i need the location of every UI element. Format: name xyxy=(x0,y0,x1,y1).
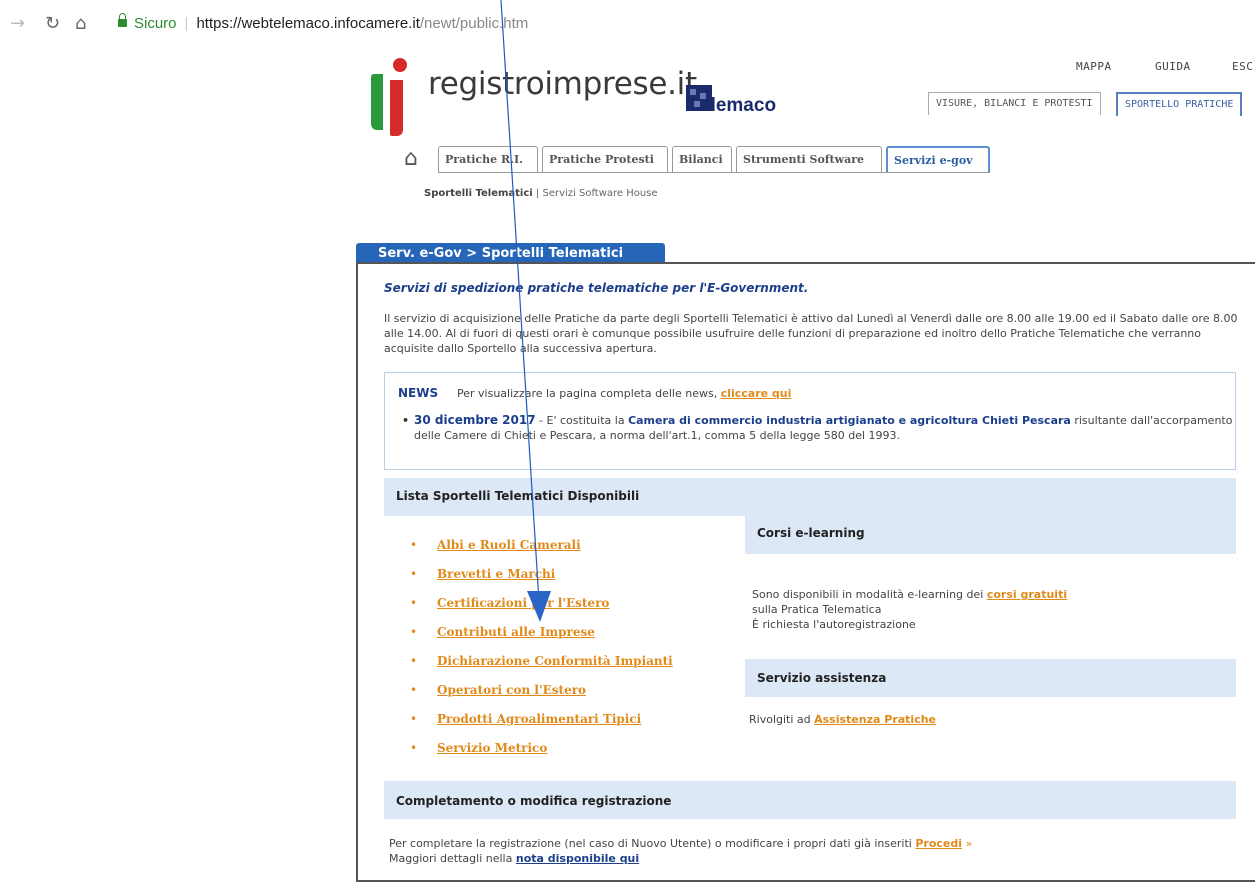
tab-servizi-egov[interactable]: Servizi e-gov xyxy=(886,146,990,172)
elearning-line3: È richiesta l'autoregistrazione xyxy=(752,618,916,631)
bullet-icon: • xyxy=(410,654,418,668)
link-corsi-gratuiti[interactable]: corsi gratuiti xyxy=(987,588,1067,601)
registrazione-heading: Completamento o modifica registrazione xyxy=(384,781,1236,819)
bullet-icon: • xyxy=(410,741,418,755)
home-icon[interactable]: ⌂ xyxy=(75,14,86,34)
link-guida[interactable]: GUIDA xyxy=(1155,60,1191,73)
bullet-icon: • xyxy=(410,712,418,726)
registrazione-line1: Per completare la registrazione (nel cas… xyxy=(389,837,912,850)
link-albi-ruoli-camerali[interactable]: Albi e Ruoli Camerali xyxy=(437,532,581,558)
link-prodotti-agroalimentari[interactable]: Prodotti Agroalimentari Tipici xyxy=(437,706,641,732)
back-arrow-icon[interactable]: → xyxy=(10,14,25,34)
registroimprese-logo-icon[interactable] xyxy=(368,58,418,136)
intro-text: Il servizio di acquisizione delle Pratic… xyxy=(384,312,1238,355)
bullet-icon: • xyxy=(410,683,418,697)
link-assistenza-pratiche[interactable]: Assistenza Pratiche xyxy=(814,713,936,726)
subnav: Sportelli Telematici | Servizi Software … xyxy=(424,188,658,199)
subnav-separator: | xyxy=(535,188,540,199)
registrazione-text: Per completare la registrazione (nel cas… xyxy=(389,836,972,866)
news-item-dash: - E' costituita la xyxy=(535,414,629,427)
tab-bilanci[interactable]: Bilanci xyxy=(672,146,732,172)
news-intro-text: Per visualizzare la pagina completa dell… xyxy=(457,387,718,400)
link-nota-disponibile[interactable]: nota disponibile qui xyxy=(516,852,639,865)
assistenza-heading: Servizio assistenza xyxy=(745,659,1236,697)
url-host: https://webtelemaco.infocamere.it xyxy=(196,15,420,32)
link-contributi-imprese[interactable]: Contributi alle Imprese xyxy=(437,619,595,645)
news-link-cliccare-qui[interactable]: cliccare qui xyxy=(721,387,792,400)
address-bar[interactable]: Sicuro | https://webtelemaco.infocamere.it… xyxy=(118,12,528,36)
link-servizio-metrico[interactable]: Servizio Metrico xyxy=(437,735,547,761)
sportelli-heading: Lista Sportelli Telematici Disponibili xyxy=(384,478,1236,516)
home-icon[interactable]: ⌂ xyxy=(404,148,418,170)
news-label: NEWS xyxy=(398,386,439,400)
tab-pratiche-protesti[interactable]: Pratiche Protesti xyxy=(542,146,668,172)
elearning-line2: sulla Pratica Telematica xyxy=(752,603,882,616)
bullet-icon: • xyxy=(410,625,418,639)
link-operatori-estero[interactable]: Operatori con l'Estero xyxy=(437,677,586,703)
registrazione-line2: Maggiori dettagli nella xyxy=(389,852,513,865)
lock-icon xyxy=(118,13,127,27)
address-separator: | xyxy=(184,15,189,32)
link-esci[interactable]: ESC xyxy=(1232,60,1253,73)
intro-title: Servizi di spedizione pratiche telematic… xyxy=(384,281,809,295)
url-path: /newt/public.htm xyxy=(419,15,529,32)
tab-sportello-pratiche[interactable]: SPORTELLO PRATICHE xyxy=(1116,92,1243,116)
news-intro: Per visualizzare la pagina completa dell… xyxy=(457,387,791,400)
browser-toolbar: → ↻ ⌂ Sicuro | https://webtelemaco.infocam… xyxy=(0,0,1255,52)
link-brevetti-marchi[interactable]: Brevetti e Marchi xyxy=(437,561,555,587)
news-item-bold: Camera di commercio industria artigianat… xyxy=(628,414,1071,427)
bullet-icon: • xyxy=(410,596,418,610)
assistenza-intro: Rivolgiti ad xyxy=(749,713,811,726)
bullet-icon: • xyxy=(410,538,418,552)
link-dichiarazione-conformita[interactable]: Dichiarazione Conformità Impianti xyxy=(437,648,673,674)
elearning-line1: Sono disponibili in modalità e-learning … xyxy=(752,588,984,601)
telemaco-text: elemaco xyxy=(700,95,777,116)
tab-divider xyxy=(438,172,990,173)
tab-pratiche-ri[interactable]: Pratiche R.I. xyxy=(438,146,538,172)
tab-strumenti-software[interactable]: Strumenti Software xyxy=(736,146,882,172)
reload-icon[interactable]: ↻ xyxy=(45,14,60,34)
news-bullet-icon: • xyxy=(402,414,410,427)
assistenza-text: Rivolgiti ad Assistenza Pratiche xyxy=(749,713,936,726)
news-item: • 30 dicembre 2017 - E' costituita la Ca… xyxy=(402,413,1234,443)
panel-title: Serv. e-Gov > Sportelli Telematici xyxy=(356,243,665,264)
news-item-date: 30 dicembre 2017 xyxy=(414,413,536,427)
link-certificazioni-estero[interactable]: Certificazioni per l'Estero xyxy=(437,590,609,616)
link-mappa[interactable]: MAPPA xyxy=(1076,60,1112,73)
link-procedi[interactable]: Procedi xyxy=(915,837,962,850)
tab-visure-bilanci-protesti[interactable]: VISURE, BILANCI E PROTESTI xyxy=(928,92,1101,115)
secure-label: Sicuro xyxy=(134,15,177,32)
elearning-text: Sono disponibili in modalità e-learning … xyxy=(752,587,1067,632)
subnav-servizi-software-house[interactable]: Servizi Software House xyxy=(542,188,657,199)
raquo-icon: » xyxy=(965,837,973,850)
elearning-heading: Corsi e-learning xyxy=(745,514,1236,554)
bullet-icon: • xyxy=(410,567,418,581)
subnav-sportelli-telematici[interactable]: Sportelli Telematici xyxy=(424,188,533,199)
site-logo-text[interactable]: registroimprese.it xyxy=(428,66,697,102)
